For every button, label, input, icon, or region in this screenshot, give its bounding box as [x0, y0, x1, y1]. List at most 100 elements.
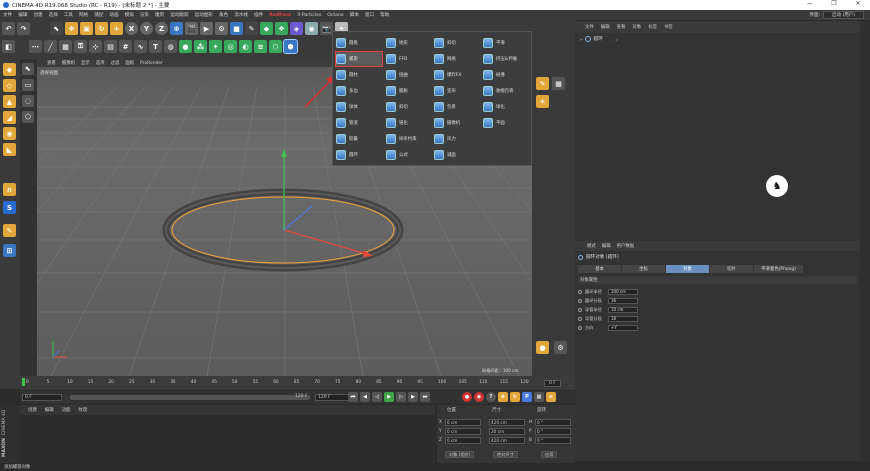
- key-grid-icon[interactable]: ▦: [534, 392, 544, 402]
- field-icon[interactable]: ◎: [224, 40, 237, 53]
- material-menu-3[interactable]: 纹理: [78, 407, 87, 413]
- viewport-menu-2[interactable]: 显示: [81, 60, 90, 66]
- object-mode-icon[interactable]: ▲: [3, 95, 16, 108]
- effector-icon[interactable]: ✦: [209, 40, 222, 53]
- animate-dot-icon[interactable]: [578, 307, 582, 312]
- object-menu-2[interactable]: 查看: [617, 24, 626, 30]
- torus-object[interactable]: [162, 188, 404, 272]
- attr-menu-1[interactable]: 编辑: [602, 243, 611, 249]
- key-param-icon[interactable]: P: [522, 392, 532, 402]
- coord-size[interactable]: 20 cm: [489, 428, 525, 435]
- world-icon[interactable]: ⊕: [170, 22, 183, 35]
- next-key-icon[interactable]: ▶: [408, 392, 418, 402]
- material-manager[interactable]: [20, 415, 435, 463]
- menu-item-16[interactable]: 斜切: [434, 36, 480, 50]
- add-icon[interactable]: +: [110, 22, 123, 35]
- menu-19[interactable]: 脚本: [350, 12, 359, 18]
- coords-size-select[interactable]: 绝对尺寸: [493, 451, 518, 458]
- menu-14[interactable]: 流水线: [234, 12, 248, 18]
- menu-item-7[interactable]: 圆环: [336, 148, 382, 162]
- menu-item-0[interactable]: 圆盘: [336, 36, 382, 50]
- soft-selection-icon[interactable]: S: [3, 201, 16, 214]
- prop-value[interactable]: +Y: [608, 324, 638, 331]
- material-menu-0[interactable]: 创建: [28, 407, 37, 413]
- array-icon[interactable]: ❖: [275, 22, 288, 35]
- menu-item-6[interactable]: 胶囊: [336, 132, 382, 146]
- undo-icon[interactable]: ↶: [2, 22, 15, 35]
- object-menu-1[interactable]: 编辑: [601, 24, 610, 30]
- select-icon[interactable]: ⬉: [50, 22, 63, 35]
- minimize-button[interactable]: —: [798, 0, 822, 7]
- menu-5[interactable]: 网格: [79, 12, 88, 18]
- object-menu-4[interactable]: 标签: [648, 24, 657, 30]
- magnet-icon[interactable]: ∩: [3, 183, 16, 196]
- menu-item-28[interactable]: 球化: [483, 100, 529, 114]
- key-position-icon[interactable]: ✥: [498, 392, 508, 402]
- play-icon[interactable]: ▶: [384, 392, 394, 402]
- snapping-icon[interactable]: ⊞: [3, 244, 16, 257]
- coord-pos[interactable]: 0 cm: [445, 428, 481, 435]
- record-key-icon[interactable]: ●: [462, 392, 472, 402]
- prop-value[interactable]: 10 cm: [608, 306, 638, 313]
- animate-dot-icon[interactable]: [578, 316, 582, 321]
- points-mode-icon[interactable]: ⋯: [29, 40, 42, 53]
- attr-menu-2[interactable]: 用户数据: [617, 243, 635, 249]
- timeline-menu-icon[interactable]: ≡: [546, 392, 556, 402]
- coord-rot[interactable]: 0 °: [535, 419, 571, 426]
- go-end-icon[interactable]: ⏭: [420, 392, 430, 402]
- z-axis-icon[interactable]: Z: [155, 22, 168, 35]
- apply-button[interactable]: 应用: [541, 451, 558, 458]
- visibility-dots[interactable]: ⁚ ✓: [613, 37, 619, 42]
- menu-item-8[interactable]: 地形: [386, 36, 432, 50]
- spline-icon[interactable]: ∿: [134, 40, 147, 53]
- go-start-icon[interactable]: ⏮: [348, 392, 358, 402]
- move-icon[interactable]: ✥: [65, 22, 78, 35]
- coord-pos[interactable]: 0 cm: [445, 419, 481, 426]
- menu-item-20[interactable]: 包裹: [434, 100, 480, 114]
- menu-11[interactable]: 运动跟踪: [170, 12, 188, 18]
- deformer-icon[interactable]: ◈: [290, 22, 303, 35]
- menu-17[interactable]: X-Particles: [297, 13, 321, 18]
- menu-item-18[interactable]: 爆炸FX: [434, 68, 480, 82]
- menu-18[interactable]: Octane: [327, 13, 344, 18]
- animate-dot-icon[interactable]: [578, 289, 582, 294]
- animate-dot-icon[interactable]: [578, 325, 582, 330]
- menu-1[interactable]: 编辑: [18, 12, 27, 18]
- viewport-menu-4[interactable]: 过滤: [111, 60, 120, 66]
- sculpt-icon[interactable]: ⬡: [269, 40, 282, 53]
- menu-item-26[interactable]: 碰撞: [483, 68, 529, 82]
- menu-item-12[interactable]: 斜切: [386, 100, 432, 114]
- simulation-icon[interactable]: ◐: [239, 40, 252, 53]
- frame-range-slider[interactable]: [70, 395, 310, 400]
- menu-item-29[interactable]: 平面: [483, 116, 529, 130]
- attr-menu-0[interactable]: 模式: [587, 243, 596, 249]
- object-row-torus[interactable]: ⊢ 圆环 ⁚ ✓: [580, 36, 619, 42]
- menu-9[interactable]: 渲染: [140, 12, 149, 18]
- start-frame-field[interactable]: 0 F: [22, 394, 62, 401]
- menu-8[interactable]: 模拟: [125, 12, 134, 18]
- render-picture-icon[interactable]: ▶: [200, 22, 213, 35]
- menu-item-17[interactable]: 网格: [434, 52, 480, 66]
- poly-select-icon[interactable]: ⬠: [22, 111, 34, 123]
- menu-20[interactable]: 窗口: [365, 12, 374, 18]
- nurbs-icon[interactable]: ◆: [260, 22, 273, 35]
- menu-item-2[interactable]: 圆柱: [336, 68, 382, 82]
- prev-key-icon[interactable]: ◀: [360, 392, 370, 402]
- coords-mode-select[interactable]: 对象 (相对): [445, 451, 475, 458]
- cloner-icon[interactable]: ⁂: [194, 40, 207, 53]
- attr-tab-2[interactable]: 对象: [666, 265, 710, 273]
- menu-item-21[interactable]: 摄像机: [434, 116, 480, 130]
- menu-item-22[interactable]: 风力: [434, 132, 480, 146]
- end-frame-field[interactable]: 120 F: [315, 394, 350, 401]
- expand-icon[interactable]: ⊢: [580, 37, 583, 42]
- menu-item-14[interactable]: 样条约束: [386, 132, 432, 146]
- menu-item-11[interactable]: 膨胀: [386, 84, 432, 98]
- rotate-icon[interactable]: ↻: [95, 22, 108, 35]
- menu-12[interactable]: 运动图形: [195, 12, 213, 18]
- menu-6[interactable]: 捕捉: [94, 12, 103, 18]
- live-select-icon[interactable]: ⬉: [22, 63, 34, 75]
- render-view-icon[interactable]: 🎬: [185, 22, 198, 35]
- menu-13[interactable]: 角色: [219, 12, 228, 18]
- menu-0[interactable]: 文件: [3, 12, 12, 18]
- menu-2[interactable]: 创建: [33, 12, 42, 18]
